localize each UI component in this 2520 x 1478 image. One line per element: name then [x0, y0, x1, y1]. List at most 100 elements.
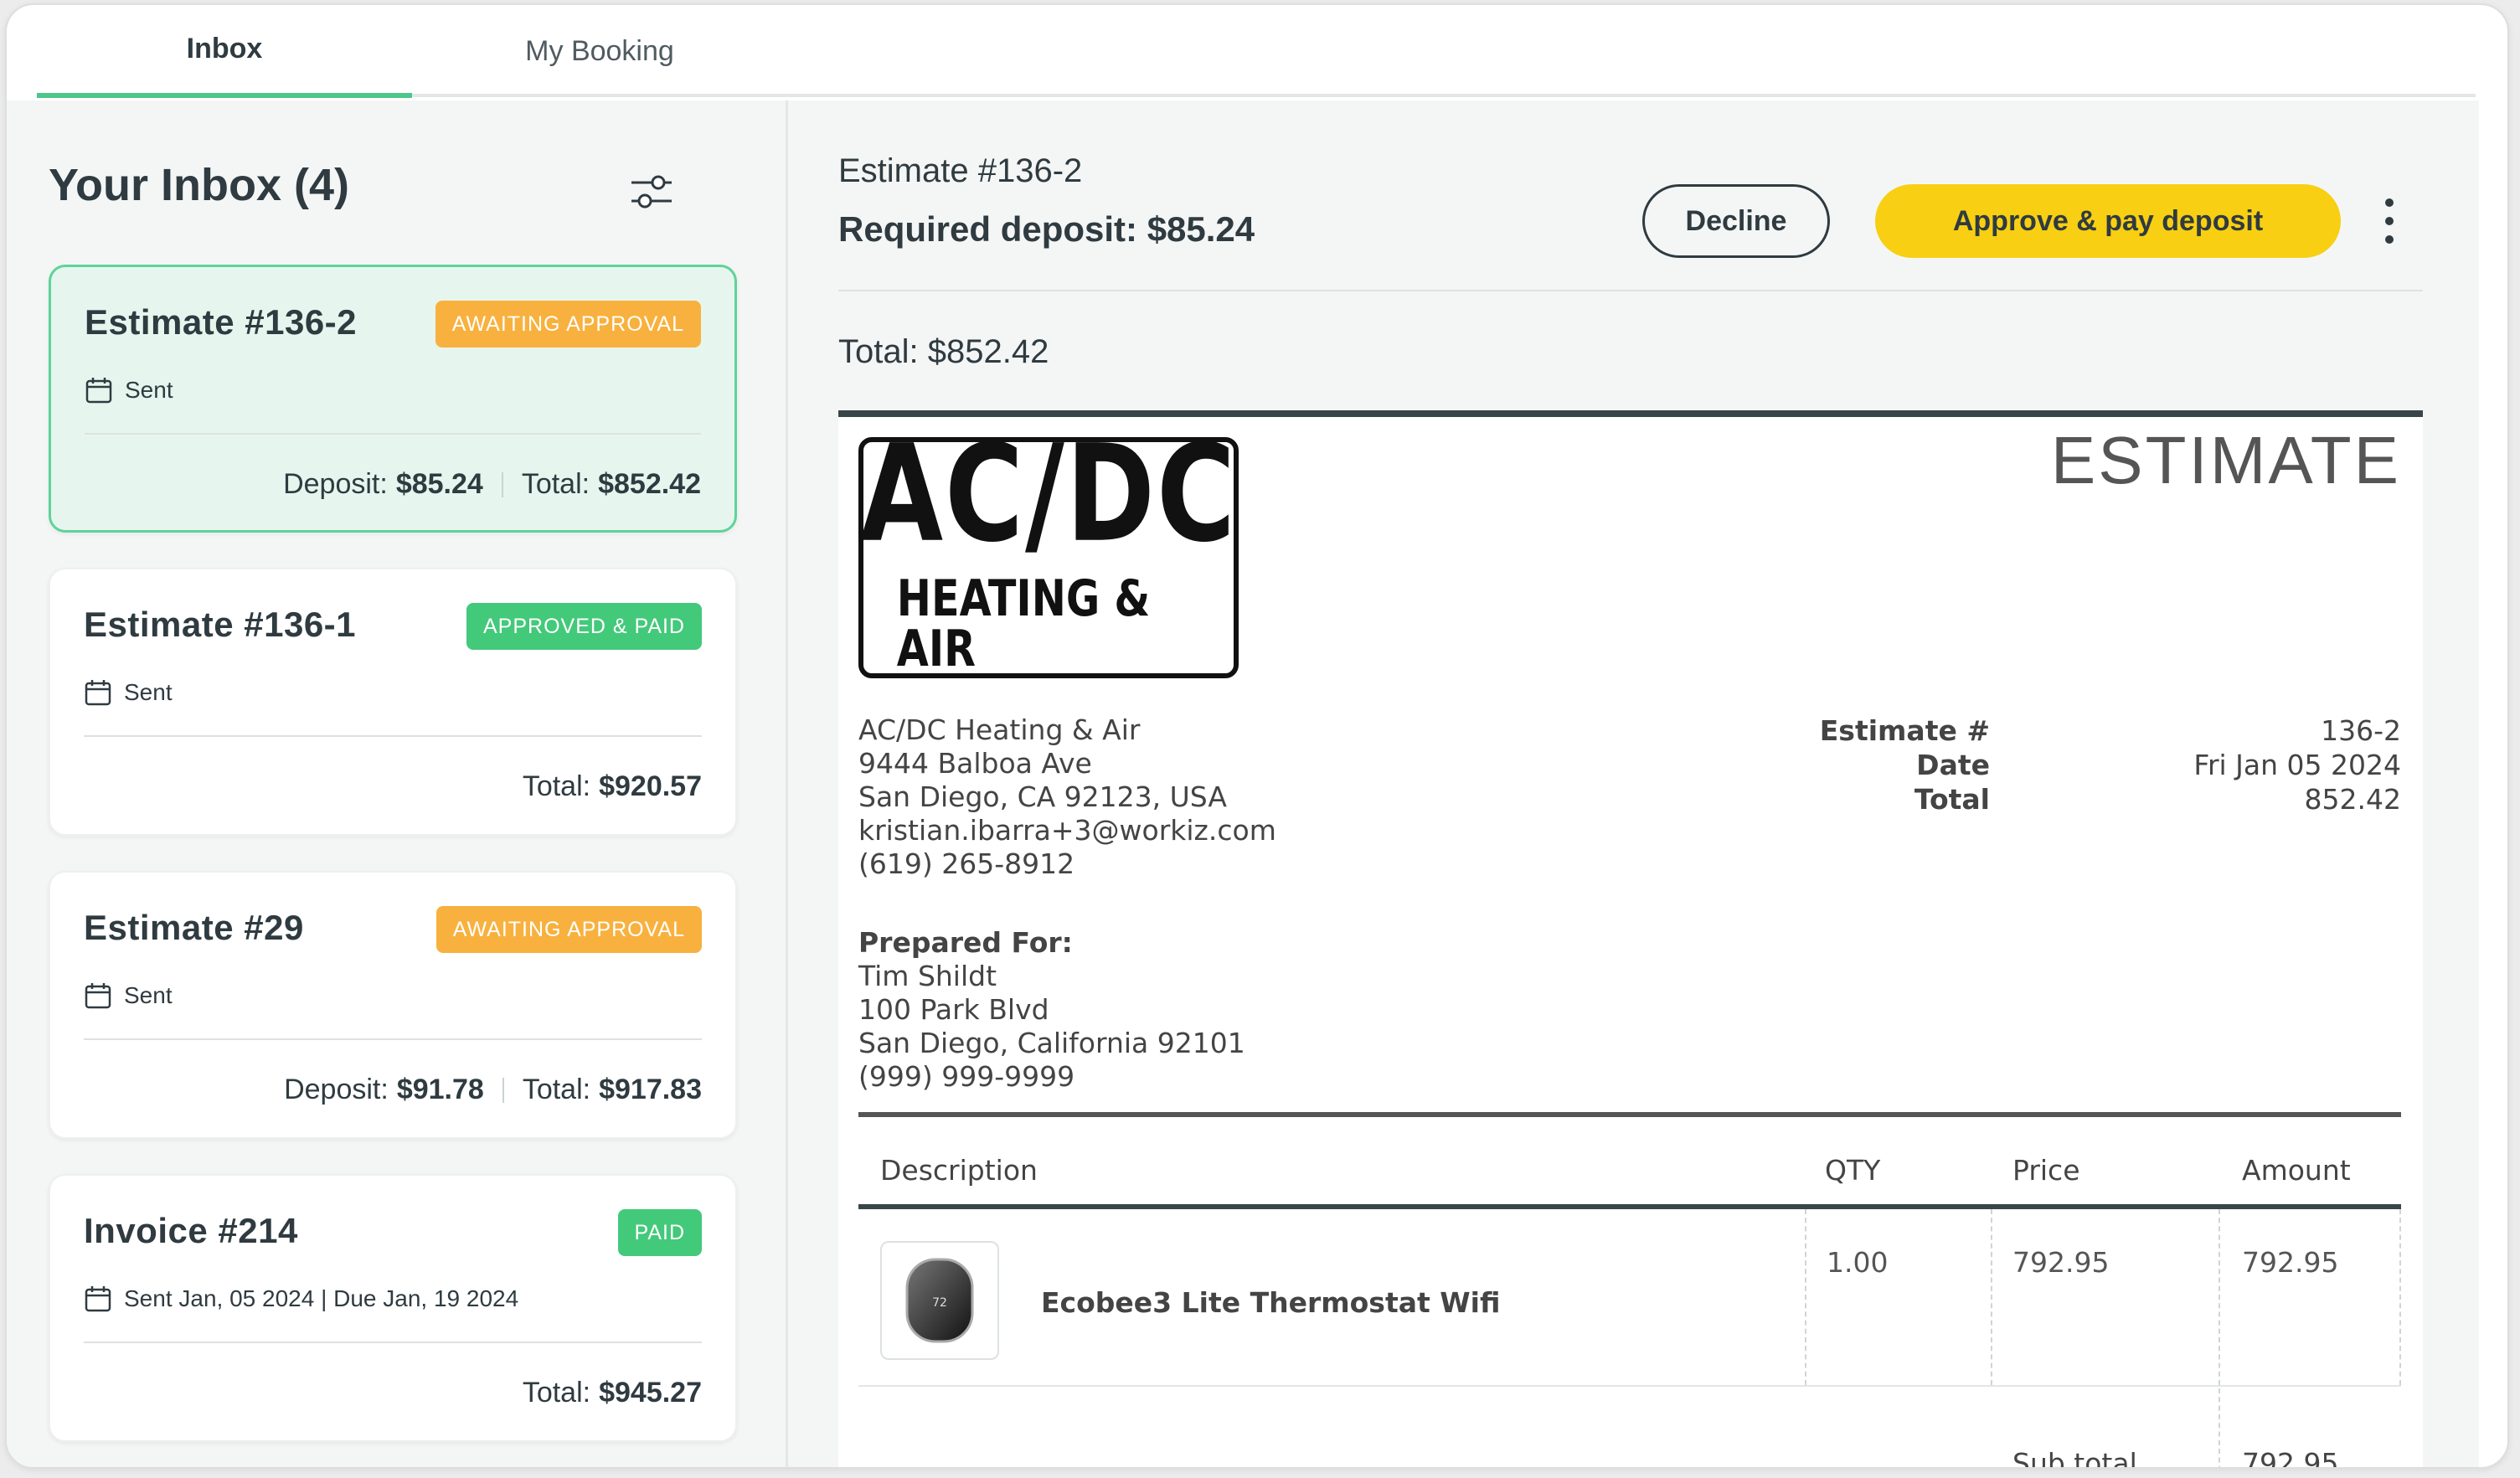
divider [85, 433, 701, 435]
divider [84, 1342, 702, 1343]
subtotal-value: 792.95 [2242, 1447, 2339, 1469]
column-divider [2399, 1209, 2401, 1385]
meta-value: 136-2 [2321, 714, 2401, 747]
calendar-icon [85, 1286, 111, 1312]
inbox-card-estimate-136-2[interactable]: Estimate #136-2 AWAITING APPROVAL Sent D… [49, 265, 737, 533]
thermostat-icon: 72 [905, 1258, 974, 1343]
divider [858, 1112, 2401, 1117]
card-sent: Sent [85, 376, 173, 404]
divider [858, 1204, 2401, 1209]
deposit-value: $85.24 [395, 468, 483, 500]
column-divider [2219, 1209, 2220, 1385]
meta-row: Date Fri Jan 05 2024 [1760, 748, 2401, 782]
divider [501, 471, 503, 497]
inbox-title: Your Inbox (4) [49, 160, 349, 210]
inbox-card-estimate-29[interactable]: Estimate #29 AWAITING APPROVAL Sent Depo… [49, 871, 737, 1139]
approve-pay-deposit-button[interactable]: Approve & pay deposit [1875, 184, 2341, 258]
column-header-description: Description [880, 1154, 1038, 1187]
required-deposit: Required deposit: $85.24 [838, 209, 1255, 249]
total-value: $917.83 [599, 1074, 702, 1105]
card-amounts: Deposit: $85.24 Total: $852.42 [283, 468, 701, 501]
inbox-sidebar: Your Inbox (4) Estimate #136-2 AWAITING … [7, 100, 786, 1467]
product-image: 72 [880, 1241, 999, 1360]
total-label: Total: [522, 1377, 591, 1408]
total-value: $852.42 [598, 468, 701, 500]
customer-name: Tim Shildt [858, 960, 997, 992]
prepared-for: Prepared For: Tim Shildt 100 Park Blvd S… [858, 926, 1245, 1094]
sent-label: Sent [124, 982, 173, 1008]
card-amounts: Deposit: $91.78 Total: $917.83 [284, 1074, 702, 1106]
estimate-detail: Estimate # 136-2 Required deposit: $85.24… [786, 100, 2479, 1469]
meta-value: Fri Jan 05 2024 [2193, 749, 2401, 781]
item-price: 792.95 [2012, 1246, 2110, 1279]
total-value: $920.57 [599, 770, 702, 802]
divider [858, 1385, 2401, 1387]
app-window: Inbox My Booking Your Inbox (4) Estimate… [5, 3, 2509, 1469]
card-title: Estimate #29 [84, 908, 304, 947]
logo-text: AC/DC [860, 416, 1237, 573]
tab-my-booking[interactable]: My Booking [412, 5, 787, 97]
item-qty: 1.00 [1827, 1246, 1889, 1279]
subtotal-label: Sub total [2012, 1447, 2137, 1469]
meta-key: Estimate # [1819, 714, 1990, 747]
sent-label: Sent [125, 377, 173, 403]
status-badge: AWAITING APPROVAL [435, 906, 702, 953]
card-title: Estimate #136-1 [84, 605, 357, 644]
company-email: kristian.ibarra+3@workiz.com [858, 814, 1276, 847]
total-label: Total: [521, 468, 590, 500]
tab-bar: Inbox My Booking [37, 5, 2476, 98]
meta-value: 852.42 [2304, 783, 2401, 816]
meta-key: Date [1916, 749, 1990, 781]
card-sent: Sent Jan, 05 2024 | Due Jan, 19 2024 [84, 1285, 518, 1313]
column-header-qty: QTY [1825, 1154, 1881, 1187]
company-address: AC/DC Heating & Air 9444 Balboa Ave San … [858, 713, 1276, 881]
column-divider [2219, 1388, 2220, 1467]
divider [838, 290, 2423, 291]
column-header-amount: Amount [2242, 1154, 2351, 1187]
deposit-label: Deposit: [283, 468, 388, 500]
tab-inbox[interactable]: Inbox [37, 5, 412, 98]
card-sent: Sent [84, 981, 173, 1010]
status-badge: PAID [617, 1209, 702, 1256]
divider [84, 735, 702, 737]
more-options-icon[interactable] [2379, 196, 2399, 246]
deposit-label: Deposit: [284, 1074, 389, 1105]
item-description: Ecobee3 Lite Thermostat Wifi [1041, 1286, 1501, 1319]
status-badge: APPROVED & PAID [466, 603, 702, 650]
logo-subtext: HEATING & AIR [896, 569, 1151, 678]
prepared-for-label: Prepared For: [858, 926, 1073, 959]
column-divider [1805, 1209, 1806, 1385]
status-badge: AWAITING APPROVAL [435, 301, 701, 348]
company-name: AC/DC Heating & Air [858, 713, 1141, 746]
total-label: Total: [522, 770, 591, 802]
company-logo: AC/DC HEATING & AIR [858, 427, 1239, 678]
decline-button[interactable]: Decline [1642, 184, 1830, 258]
inbox-card-invoice-214[interactable]: Invoice #214 PAID Sent Jan, 05 2024 | Du… [49, 1174, 737, 1442]
card-title: Invoice #214 [84, 1211, 298, 1250]
company-city: San Diego, CA 92123, USA [858, 780, 1227, 813]
calendar-icon [85, 983, 111, 1009]
total-label: Total: [522, 1074, 591, 1105]
divider [502, 1077, 504, 1103]
customer-city: San Diego, California 92101 [858, 1027, 1245, 1059]
calendar-icon [85, 680, 111, 706]
meta-row: Estimate # 136-2 [1760, 713, 2401, 748]
estimate-number: Estimate #136-2 [838, 152, 1083, 189]
card-amounts: Total: $945.27 [523, 1377, 702, 1409]
estimate-meta: Estimate # 136-2 Date Fri Jan 05 2024 Tota… [1760, 713, 2401, 816]
estimate-document: AC/DC HEATING & AIR ESTIMATE AC/DC Heati… [838, 410, 2423, 1469]
card-sent: Sent [84, 678, 173, 707]
calendar-icon [85, 378, 112, 404]
sent-label: Sent Jan, 05 2024 | Due Jan, 19 2024 [124, 1285, 519, 1311]
estimate-total: Total: $852.42 [838, 333, 1049, 370]
meta-row: Total 852.42 [1760, 782, 2401, 816]
meta-key: Total [1914, 783, 1990, 816]
company-street: 9444 Balboa Ave [858, 747, 1092, 780]
column-header-price: Price [2012, 1154, 2080, 1187]
sent-label: Sent [124, 679, 173, 705]
inbox-card-estimate-136-1[interactable]: Estimate #136-1 APPROVED & PAID Sent Tot… [49, 568, 737, 836]
thermostat-display: 72 [932, 1296, 947, 1310]
filter-icon[interactable] [626, 167, 677, 218]
total-value: $945.27 [599, 1377, 702, 1408]
divider [84, 1038, 702, 1040]
